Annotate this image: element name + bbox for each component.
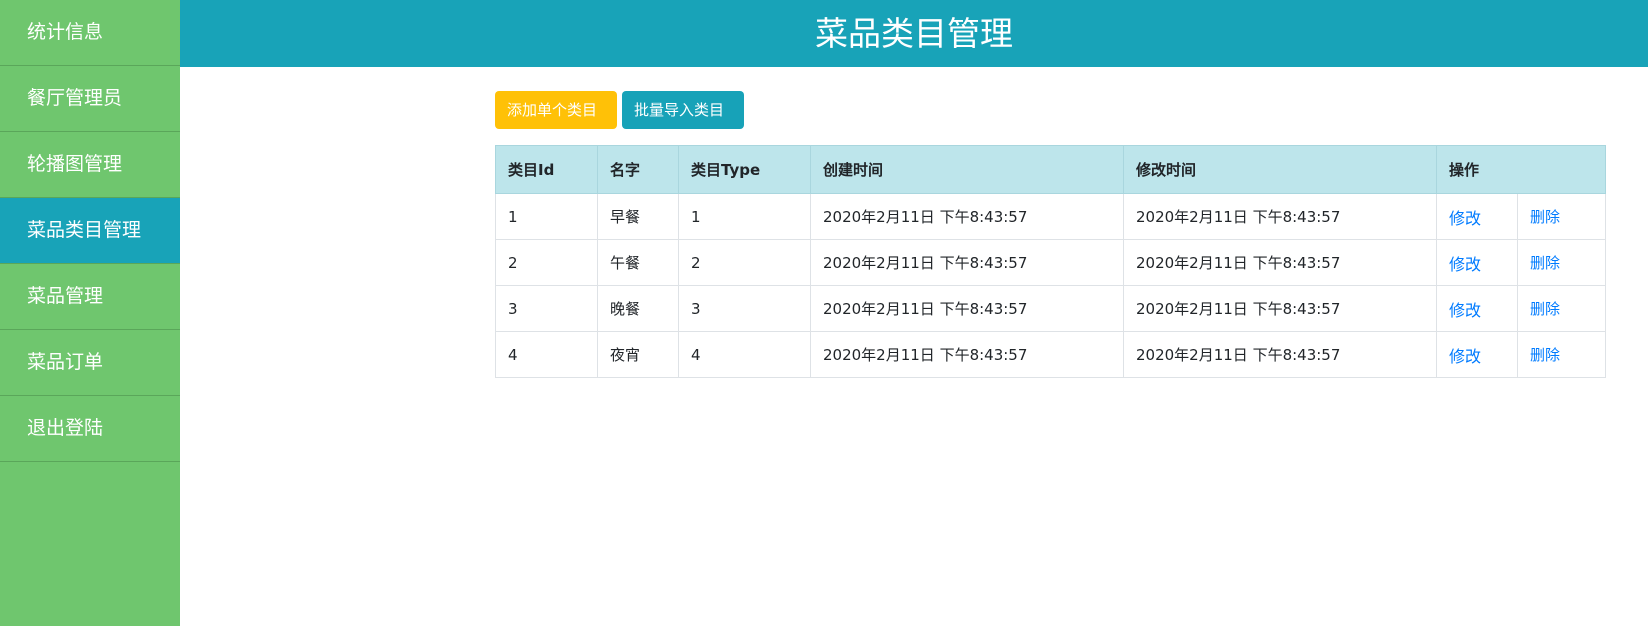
sidebar-item-dishes[interactable]: 菜品管理 <box>0 264 180 330</box>
table-row: 1 早餐 1 2020年2月11日 下午8:43:57 2020年2月11日 下… <box>495 193 1607 240</box>
sidebar: 统计信息 餐厅管理员 轮播图管理 菜品类目管理 菜品管理 菜品订单 退出登陆 <box>0 0 180 626</box>
cell-name: 夜宵 <box>597 331 679 378</box>
edit-link[interactable]: 修改 <box>1449 209 1481 228</box>
cell-delete: 删除 <box>1516 285 1607 332</box>
delete-link[interactable]: 删除 <box>1530 346 1560 364</box>
cell-delete: 删除 <box>1516 193 1607 240</box>
cell-delete: 删除 <box>1516 331 1607 378</box>
delete-link[interactable]: 删除 <box>1530 300 1560 318</box>
cell-created: 2020年2月11日 下午8:43:57 <box>810 239 1124 286</box>
sidebar-item-logout[interactable]: 退出登陆 <box>0 396 180 462</box>
toolbar: 添加单个类目 批量导入类目 <box>495 91 744 129</box>
page-title: 菜品类目管理 <box>180 0 1648 67</box>
sidebar-item-carousel[interactable]: 轮播图管理 <box>0 132 180 198</box>
column-header-id: 类目Id <box>495 145 598 194</box>
cell-name: 晚餐 <box>597 285 679 332</box>
column-header-created: 创建时间 <box>810 145 1124 194</box>
table-row: 2 午餐 2 2020年2月11日 下午8:43:57 2020年2月11日 下… <box>495 239 1607 286</box>
cell-modified: 2020年2月11日 下午8:43:57 <box>1123 239 1437 286</box>
cell-id: 4 <box>495 331 598 378</box>
cell-edit: 修改 <box>1436 193 1518 240</box>
cell-id: 1 <box>495 193 598 240</box>
edit-link[interactable]: 修改 <box>1449 347 1481 366</box>
category-table: 类目Id 名字 类目Type 创建时间 修改时间 操作 1 早餐 1 2020年… <box>495 145 1607 378</box>
cell-name: 早餐 <box>597 193 679 240</box>
column-header-actions: 操作 <box>1435 145 1607 194</box>
cell-modified: 2020年2月11日 下午8:43:57 <box>1123 331 1437 378</box>
sidebar-item-restaurant-admin[interactable]: 餐厅管理员 <box>0 66 180 132</box>
cell-created: 2020年2月11日 下午8:43:57 <box>810 193 1124 240</box>
delete-link[interactable]: 删除 <box>1530 208 1560 226</box>
table-row: 4 夜宵 4 2020年2月11日 下午8:43:57 2020年2月11日 下… <box>495 331 1607 378</box>
table-row: 3 晚餐 3 2020年2月11日 下午8:43:57 2020年2月11日 下… <box>495 285 1607 332</box>
cell-delete: 删除 <box>1516 239 1607 286</box>
delete-link[interactable]: 删除 <box>1530 254 1560 272</box>
import-categories-button[interactable]: 批量导入类目 <box>622 91 744 129</box>
cell-edit: 修改 <box>1436 285 1518 332</box>
cell-created: 2020年2月11日 下午8:43:57 <box>810 285 1124 332</box>
cell-type: 3 <box>678 285 811 332</box>
cell-type: 4 <box>678 331 811 378</box>
cell-type: 2 <box>678 239 811 286</box>
cell-edit: 修改 <box>1436 331 1518 378</box>
sidebar-item-dish-category[interactable]: 菜品类目管理 <box>0 198 180 264</box>
cell-modified: 2020年2月11日 下午8:43:57 <box>1123 285 1437 332</box>
cell-created: 2020年2月11日 下午8:43:57 <box>810 331 1124 378</box>
add-category-button[interactable]: 添加单个类目 <box>495 91 617 129</box>
edit-link[interactable]: 修改 <box>1449 301 1481 320</box>
table-header-row: 类目Id 名字 类目Type 创建时间 修改时间 操作 <box>495 145 1607 194</box>
sidebar-item-statistics[interactable]: 统计信息 <box>0 0 180 66</box>
edit-link[interactable]: 修改 <box>1449 255 1481 274</box>
cell-type: 1 <box>678 193 811 240</box>
column-header-modified: 修改时间 <box>1123 145 1437 194</box>
column-header-type: 类目Type <box>678 145 811 194</box>
sidebar-item-orders[interactable]: 菜品订单 <box>0 330 180 396</box>
column-header-name: 名字 <box>597 145 679 194</box>
cell-edit: 修改 <box>1436 239 1518 286</box>
cell-id: 2 <box>495 239 598 286</box>
cell-id: 3 <box>495 285 598 332</box>
cell-modified: 2020年2月11日 下午8:43:57 <box>1123 193 1437 240</box>
cell-name: 午餐 <box>597 239 679 286</box>
